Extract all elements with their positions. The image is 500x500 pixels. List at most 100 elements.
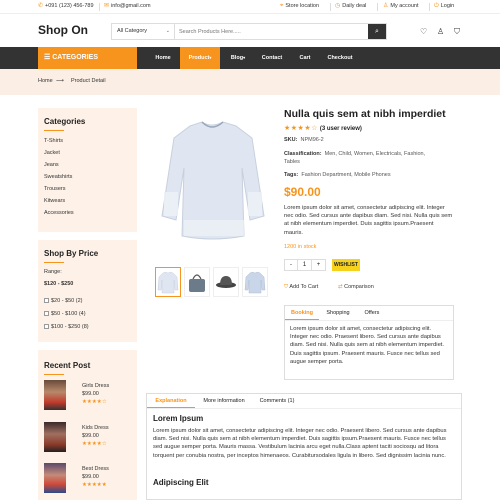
search-bar: All Category ⌄ ⌕ <box>111 23 387 40</box>
checkbox[interactable] <box>44 298 49 304</box>
qty-increase-button[interactable]: + <box>312 259 326 271</box>
recent-post-item[interactable]: Kids Dress $99.00 ★★★★☆ <box>44 422 131 452</box>
nav-item-blog[interactable]: Blog▾ <box>223 47 253 69</box>
arrow-right-icon: ⟶ <box>56 78 64 84</box>
divider <box>330 3 331 11</box>
post-title[interactable]: Girls Dress <box>82 383 109 389</box>
mail-icon: ✉ <box>104 3 110 9</box>
user-icon[interactable]: ♙ <box>437 27 444 36</box>
chevron-down-icon: ▾ <box>209 55 212 60</box>
thumbnail-shirt-alt[interactable] <box>242 267 268 297</box>
nav-item-contact[interactable]: Contact <box>257 47 287 69</box>
info-tabs: Booking Shopping Offers Lorem ipsum dolo… <box>284 305 454 380</box>
nav-item-checkout[interactable]: Checkout <box>322 47 358 69</box>
breadcrumb-home[interactable]: Home <box>38 78 53 84</box>
category-link[interactable]: Jacket <box>44 150 60 156</box>
post-thumbnail[interactable] <box>44 380 66 410</box>
price-option[interactable]: $50 - $100 (4) <box>44 311 86 317</box>
post-rating: ★★★★★ <box>82 482 107 488</box>
thumbnail-shirt[interactable] <box>155 267 181 297</box>
site-logo[interactable]: Shop On <box>38 23 88 37</box>
product-main-image[interactable] <box>152 108 273 260</box>
tab-explanation[interactable]: Explanation <box>147 394 195 408</box>
tab-more-information[interactable]: More information <box>195 394 253 408</box>
email-info[interactable]: ✉ info@gmail.com <box>104 3 151 9</box>
tab-offers[interactable]: Offers <box>357 306 387 320</box>
product-description: Lorem ipsum dolor sit amet, consectetur … <box>284 205 453 236</box>
tab-booking[interactable]: Booking <box>285 306 319 320</box>
price-option-label: $100 - $250 (8) <box>51 324 89 330</box>
nav-item-cart[interactable]: Cart <box>290 47 320 69</box>
user-icon: ♙ <box>383 3 389 9</box>
categories-label: CATEGORIES <box>52 54 98 61</box>
rating-stars: ★★★★☆ <box>284 125 318 132</box>
tab-divider <box>147 408 461 409</box>
hat-icon <box>216 276 236 288</box>
add-to-cart-label: Add To Cart <box>289 284 319 290</box>
price-filter-panel: Shop By Price Range: $120 - $250 $20 - $… <box>38 240 137 342</box>
tags-value[interactable]: Fashion Department, Mobile Phones <box>301 172 390 178</box>
shirt-icon <box>157 271 179 294</box>
thumbnail-bag[interactable] <box>184 267 210 297</box>
post-thumbnail[interactable] <box>44 463 66 493</box>
comparison-link[interactable]: ⇄ Comparison <box>338 284 374 290</box>
post-thumbnail[interactable] <box>44 422 66 452</box>
categories-title: Categories <box>44 117 86 126</box>
store-location-link[interactable]: ⌖ Store location <box>280 3 319 9</box>
store-location-label[interactable]: Store location <box>285 3 319 9</box>
categories-button[interactable]: ☰ CATEGORIES <box>38 47 137 69</box>
heart-icon[interactable]: ♡ <box>420 27 427 36</box>
checkbox[interactable] <box>44 324 49 330</box>
thumbnail-hat[interactable] <box>213 267 239 297</box>
category-link[interactable]: T-Shirts <box>44 138 63 144</box>
checkbox[interactable] <box>44 311 49 317</box>
qty-decrease-button[interactable]: - <box>284 259 298 271</box>
price-option[interactable]: $20 - $50 (2) <box>44 298 83 304</box>
email-text[interactable]: info@gmail.com <box>111 3 151 9</box>
nav-item-home[interactable]: Home <box>148 47 178 69</box>
tab-divider <box>285 320 453 321</box>
tab-shopping[interactable]: Shopping <box>319 306 357 320</box>
daily-deal-link[interactable]: ◷ Daily deal <box>335 3 366 9</box>
login-link[interactable]: ⏻ Login <box>434 3 454 9</box>
comparison-label: Comparison <box>344 284 374 290</box>
recent-posts-panel: Recent Post Girls Dress $99.00 ★★★★☆ Kid… <box>38 350 137 500</box>
category-link[interactable]: Jeans <box>44 162 59 168</box>
post-title[interactable]: Kids Dress <box>82 425 109 431</box>
product-price: $90.00 <box>284 185 321 199</box>
my-account-link[interactable]: ♙ My account <box>383 3 419 9</box>
header: Shop On All Category ⌄ ⌕ ♡ ♙ ⛉ <box>0 14 500 47</box>
wishlist-button[interactable]: WISHLIST <box>332 259 360 271</box>
review-count[interactable]: (3 user review) <box>320 126 362 132</box>
range-label: Range: <box>44 269 62 275</box>
tab-comments[interactable]: Comments (1) <box>255 394 299 408</box>
classification-value[interactable]: Men, Child, Women, Electricals, Fashion, <box>325 151 425 157</box>
post-title[interactable]: Best Dress <box>82 466 109 472</box>
post-price: $99.00 <box>82 433 99 439</box>
tags-row: Tags: Fashion Department, Mobile Phones <box>284 172 391 178</box>
sku-label: SKU: <box>284 137 298 143</box>
search-input[interactable] <box>175 24 368 39</box>
login-label[interactable]: Login <box>441 3 454 9</box>
nav-item-product[interactable]: Product▾ <box>180 47 220 69</box>
category-link[interactable]: Kitwears <box>44 198 65 204</box>
classification-value[interactable]: Tables <box>284 159 300 165</box>
recent-post-item[interactable]: Girls Dress $99.00 ★★★★☆ <box>44 380 131 410</box>
section-heading: Lorem Ipsum <box>153 414 204 423</box>
category-select[interactable]: All Category ⌄ <box>112 24 175 39</box>
nav-item-blog-label: Blog <box>230 55 244 61</box>
price-option-label: $20 - $50 (2) <box>51 298 83 304</box>
daily-deal-label[interactable]: Daily deal <box>342 3 366 9</box>
category-link[interactable]: Sweatshirts <box>44 174 72 180</box>
cart-icon[interactable]: ⛉ <box>454 27 460 37</box>
search-icon: ⌕ <box>375 28 379 35</box>
price-option[interactable]: $100 - $250 (8) <box>44 324 89 330</box>
category-link[interactable]: Trousers <box>44 186 66 192</box>
recent-post-item[interactable]: Best Dress $99.00 ★★★★★ <box>44 463 131 493</box>
category-link[interactable]: Accessories <box>44 210 74 216</box>
price-filter-title: Shop By Price <box>44 249 99 258</box>
my-account-label[interactable]: My account <box>390 3 418 9</box>
search-button[interactable]: ⌕ <box>368 24 386 39</box>
qty-input[interactable]: 1 <box>298 259 312 271</box>
add-to-cart-link[interactable]: ⛉ Add To Cart <box>284 284 318 291</box>
